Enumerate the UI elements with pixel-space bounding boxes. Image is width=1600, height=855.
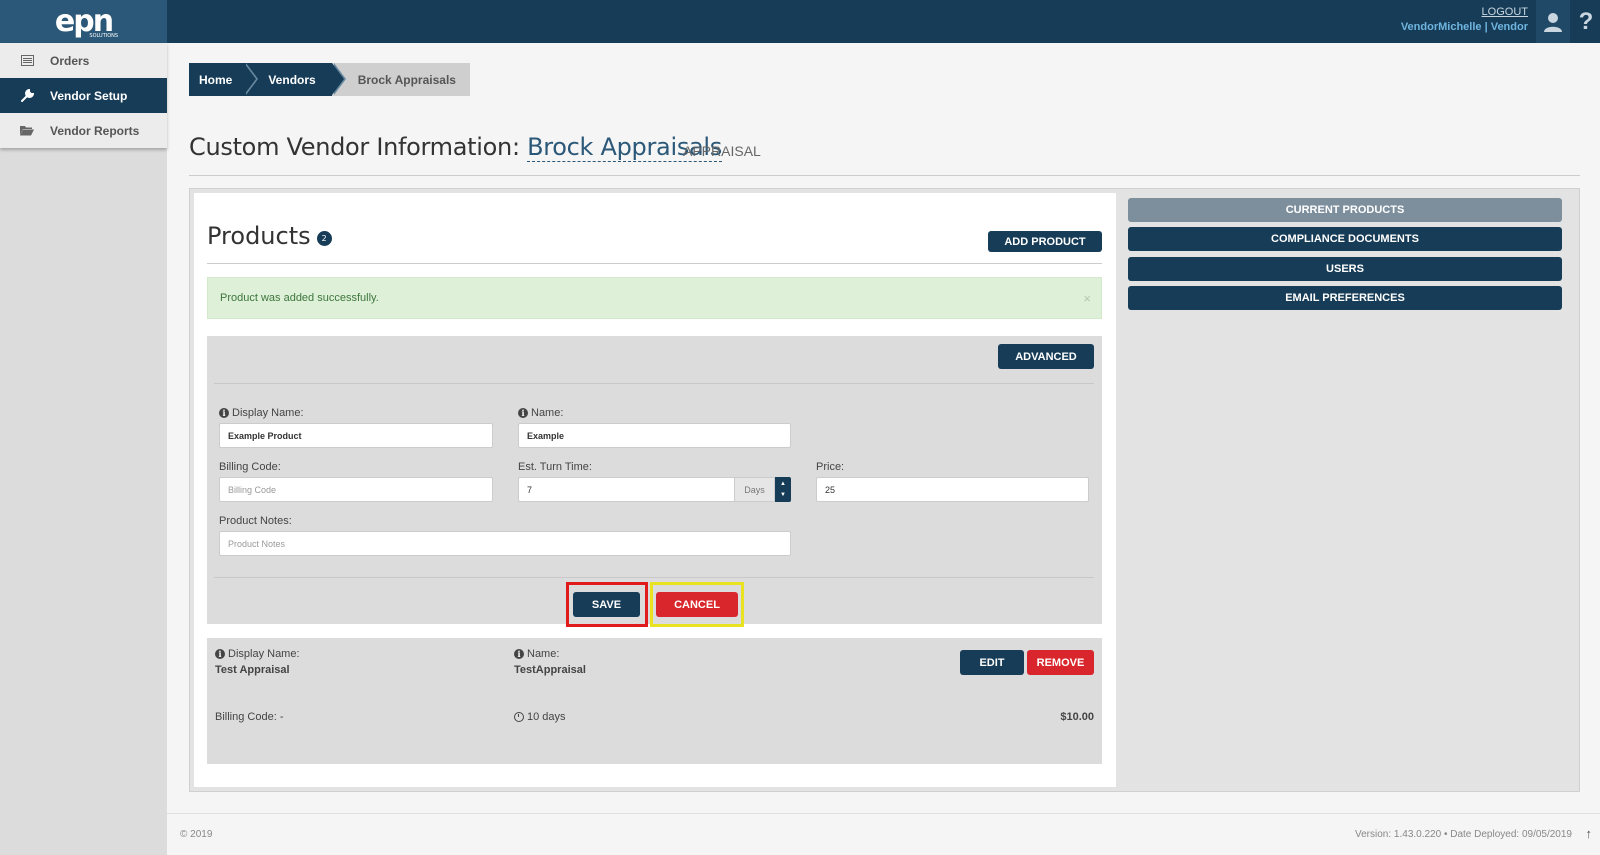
display-name-label: i Display Name: <box>219 407 304 419</box>
save-button[interactable]: SAVE <box>573 592 640 617</box>
turn-time-input[interactable]: 7 <box>518 477 735 502</box>
scroll-top-icon[interactable]: ↑ <box>1586 826 1593 841</box>
close-icon[interactable]: × <box>1083 291 1091 306</box>
field-label-text: Est. Turn Time: <box>518 461 592 473</box>
sidebar-item-vendor-reports[interactable]: Vendor Reports <box>0 113 167 148</box>
product-notes-input[interactable]: Product Notes <box>219 531 791 556</box>
breadcrumb-label: Home <box>199 72 233 87</box>
turn-time-text: 10 days <box>527 711 566 723</box>
page-title-prefix: Custom Vendor Information: <box>189 133 520 161</box>
divider <box>189 175 1580 176</box>
tab-users[interactable]: USERS <box>1128 257 1562 281</box>
info-icon[interactable]: i <box>219 408 229 418</box>
product-turn-time: 10 days <box>514 711 566 723</box>
wrench-icon <box>20 89 34 102</box>
footer: © 2019 Version: 1.43.0.220 • Date Deploy… <box>167 813 1600 855</box>
user-icon <box>1544 12 1562 32</box>
sidebar-item-orders[interactable]: Orders <box>0 43 167 78</box>
product-display-name-label: i Display Name: <box>215 648 300 660</box>
sidebar-item-label: Vendor Setup <box>50 88 128 103</box>
field-label-text: Price: <box>816 461 845 473</box>
breadcrumb-label: Vendors <box>268 72 316 87</box>
divider <box>214 577 1094 578</box>
logout-link[interactable]: LOGOUT <box>1401 6 1528 18</box>
info-icon[interactable]: i <box>518 408 528 418</box>
breadcrumb-home[interactable]: Home <box>189 63 259 96</box>
top-bar: epn SOLUTIONS LOGOUT VendorMichelle | Ven… <box>0 0 1600 43</box>
info-icon[interactable]: i <box>215 649 225 659</box>
product-price: $10.00 <box>1060 711 1094 723</box>
copyright: © 2019 <box>180 829 213 840</box>
advanced-button[interactable]: ADVANCED <box>998 344 1094 369</box>
field-label-text: Product Notes: <box>219 515 292 527</box>
products-count-badge: 2 <box>316 230 332 246</box>
logo-subtext: SOLUTIONS <box>89 32 119 39</box>
edit-button[interactable]: EDIT <box>960 650 1024 675</box>
field-label-text: Display Name: <box>232 407 304 419</box>
sidebar-item-label: Orders <box>50 53 90 68</box>
price-input[interactable]: 25 <box>816 477 1089 502</box>
name-label: i Name: <box>518 407 563 419</box>
turn-time-unit: Days <box>735 477 775 502</box>
product-name-label: i Name: <box>514 648 559 660</box>
tab-email-preferences[interactable]: EMAIL PREFERENCES <box>1128 286 1562 310</box>
remove-button[interactable]: REMOVE <box>1027 650 1094 675</box>
sidebar-item-label: Vendor Reports <box>50 123 140 138</box>
logo[interactable]: epn SOLUTIONS <box>0 0 167 43</box>
field-label-text: Display Name: <box>228 648 300 660</box>
alert-message: Product was added successfully. <box>220 292 379 304</box>
products-title: Products <box>207 222 311 250</box>
caret-down-icon[interactable]: ▼ <box>780 492 786 498</box>
success-alert: Product was added successfully. × <box>207 277 1102 319</box>
folder-open-icon <box>20 125 34 137</box>
help-button[interactable]: ? <box>1572 0 1600 43</box>
turn-time-label: Est. Turn Time: <box>518 461 592 473</box>
clock-icon <box>514 712 524 722</box>
caret-up-icon[interactable]: ▲ <box>780 481 786 487</box>
list-icon <box>20 55 34 67</box>
page-title: Custom Vendor Information: Brock Apprais… <box>189 133 722 162</box>
vendor-type: APPRAISAL <box>683 143 761 159</box>
breadcrumb-arrow <box>331 63 344 95</box>
breadcrumb-arrow <box>244 63 257 95</box>
sidebar-item-vendor-setup[interactable]: Vendor Setup <box>0 78 167 113</box>
billing-code-label: Billing Code: <box>219 461 281 473</box>
breadcrumb-current: Brock Appraisals <box>331 63 470 96</box>
info-icon[interactable]: i <box>514 649 524 659</box>
products-heading: Products 2 <box>207 222 332 250</box>
breadcrumb: Home Vendors Brock Appraisals <box>189 63 470 96</box>
question-mark-icon: ? <box>1578 7 1594 35</box>
display-name-input[interactable]: Example Product <box>219 423 493 448</box>
field-label-text: Name: <box>527 648 560 660</box>
sidebar: Orders Vendor Setup Vendor Reports <box>0 43 167 855</box>
field-label-text: Name: <box>531 407 564 419</box>
version-info: Version: 1.43.0.220 • Date Deployed: 09/… <box>1355 829 1572 840</box>
billing-code-input[interactable]: Billing Code <box>219 477 493 502</box>
sidebar-menu: Orders Vendor Setup Vendor Reports <box>0 43 167 148</box>
name-input[interactable]: Example <box>518 423 791 448</box>
tab-current-products[interactable]: CURRENT PRODUCTS <box>1128 198 1562 222</box>
field-label-text: Billing Code: <box>219 461 281 473</box>
divider <box>207 263 1102 264</box>
product-name-value: TestAppraisal <box>514 664 586 676</box>
divider <box>214 383 1094 384</box>
product-billing-code: Billing Code: - <box>215 711 284 723</box>
logo-text: epn SOLUTIONS <box>55 6 118 38</box>
tab-compliance-documents[interactable]: COMPLIANCE DOCUMENTS <box>1128 227 1562 251</box>
user-profile-button[interactable] <box>1536 0 1570 43</box>
turn-time-stepper[interactable]: ▲ ▼ <box>775 477 791 502</box>
product-notes-label: Product Notes: <box>219 515 292 527</box>
user-info: VendorMichelle | Vendor <box>1400 21 1528 33</box>
product-display-name-value: Test Appraisal <box>215 664 290 676</box>
user-area: LOGOUT VendorMichelle | Vendor <box>1401 6 1528 33</box>
breadcrumb-label: Brock Appraisals <box>357 72 456 87</box>
price-label: Price: <box>816 461 844 473</box>
add-product-button[interactable]: ADD PRODUCT <box>988 231 1102 252</box>
cancel-button[interactable]: CANCEL <box>656 592 738 617</box>
